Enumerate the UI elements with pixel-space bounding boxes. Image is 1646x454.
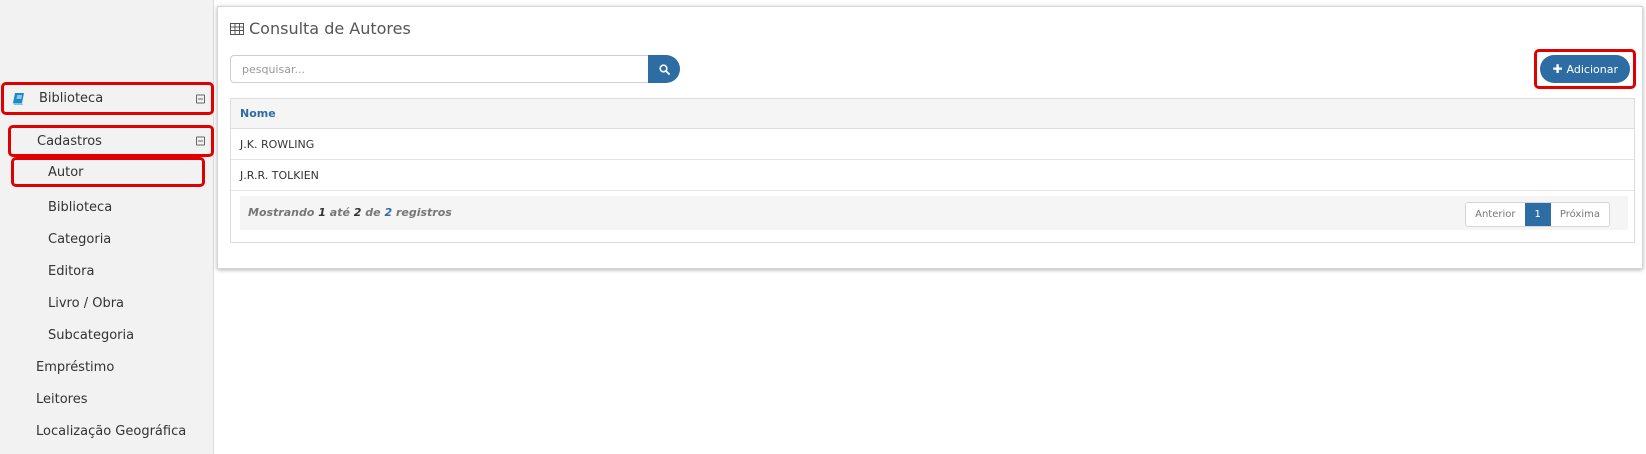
search-button[interactable]: [648, 55, 680, 83]
add-button-label: Adicionar: [1566, 62, 1618, 76]
pagination-next[interactable]: Próxima: [1550, 203, 1609, 226]
table-row[interactable]: J.K. ROWLING: [231, 129, 1634, 160]
pagination-previous[interactable]: Anterior: [1466, 203, 1525, 226]
page-title: Consulta de Autores: [230, 19, 411, 38]
sidebar-item-editora[interactable]: Editora: [48, 261, 94, 281]
pagination: Anterior 1 Próxima: [1465, 202, 1610, 227]
table-cell-nome: J.K. ROWLING: [240, 137, 315, 151]
authors-panel: Consulta de Autores ✚ Adicionar Nome J.K…: [217, 6, 1643, 269]
sidebar-item-biblioteca[interactable]: Biblioteca: [48, 197, 112, 217]
column-header-nome[interactable]: Nome: [231, 99, 1634, 129]
sidebar-item-biblioteca-group[interactable]: Biblioteca: [1, 82, 214, 115]
records-until-word: até: [329, 206, 350, 219]
records-info-prefix: Mostrando: [248, 206, 315, 219]
collapse-icon[interactable]: [196, 94, 205, 103]
sidebar-item-livro-obra[interactable]: Livro / Obra: [48, 293, 124, 313]
sidebar-item-label: Autor: [48, 164, 84, 180]
sidebar-item-cadastros[interactable]: Cadastros: [8, 125, 214, 157]
records-to: 2: [353, 206, 362, 219]
sidebar-item-label: Editora: [48, 263, 95, 279]
search-input[interactable]: [230, 55, 648, 83]
sidebar-item-label: Categoria: [48, 231, 112, 247]
sidebar-item-leitores[interactable]: Leitores: [36, 389, 88, 409]
sidebar-item-label: Livro / Obra: [48, 295, 125, 311]
table-row[interactable]: J.R.R. TOLKIEN: [231, 160, 1634, 191]
pagination-page-1[interactable]: 1: [1524, 203, 1551, 226]
records-word: registros: [395, 206, 452, 219]
plus-icon: ✚: [1552, 62, 1563, 76]
records-from: 1: [318, 206, 326, 219]
records-of-word: de: [365, 206, 381, 219]
add-button-highlight: ✚ Adicionar: [1534, 49, 1636, 89]
search-icon: [658, 63, 670, 75]
table-icon: [230, 22, 244, 35]
table-footer: Mostrando 1 até 2 de 2 registros Anterio…: [240, 196, 1628, 230]
sidebar-item-label: Subcategoria: [48, 327, 135, 343]
add-author-button[interactable]: ✚ Adicionar: [1540, 55, 1630, 83]
sidebar-item-label: Leitores: [36, 391, 88, 407]
records-info: Mostrando 1 até 2 de 2 registros: [248, 206, 452, 219]
sidebar-item-label: Empréstimo: [36, 359, 115, 375]
sidebar-item-label: Localização Geográfica: [36, 423, 187, 439]
sidebar-item-label: Cadastros: [37, 133, 102, 149]
table-cell-nome: J.R.R. TOLKIEN: [240, 168, 319, 182]
records-total: 2: [384, 206, 393, 219]
collapse-icon[interactable]: [196, 136, 205, 146]
sidebar-item-label: Biblioteca: [39, 91, 104, 106]
sidebar-item-localizacao[interactable]: Localização Geográfica: [36, 421, 186, 441]
column-header-label: Nome: [240, 107, 276, 120]
book-icon: [13, 92, 24, 105]
sidebar-item-emprestimo[interactable]: Empréstimo: [36, 357, 114, 377]
sidebar-item-autor[interactable]: Autor: [11, 157, 205, 187]
sidebar-item-categoria[interactable]: Categoria: [48, 229, 111, 249]
sidebar: Biblioteca Cadastros Autor Biblioteca Ca…: [0, 0, 214, 454]
page-title-text: Consulta de Autores: [249, 19, 411, 38]
search-group: [230, 55, 680, 83]
authors-table: Nome J.K. ROWLING J.R.R. TOLKIEN Mostran…: [230, 98, 1635, 243]
sidebar-item-subcategoria[interactable]: Subcategoria: [48, 325, 134, 345]
sidebar-item-label: Biblioteca: [48, 199, 113, 215]
